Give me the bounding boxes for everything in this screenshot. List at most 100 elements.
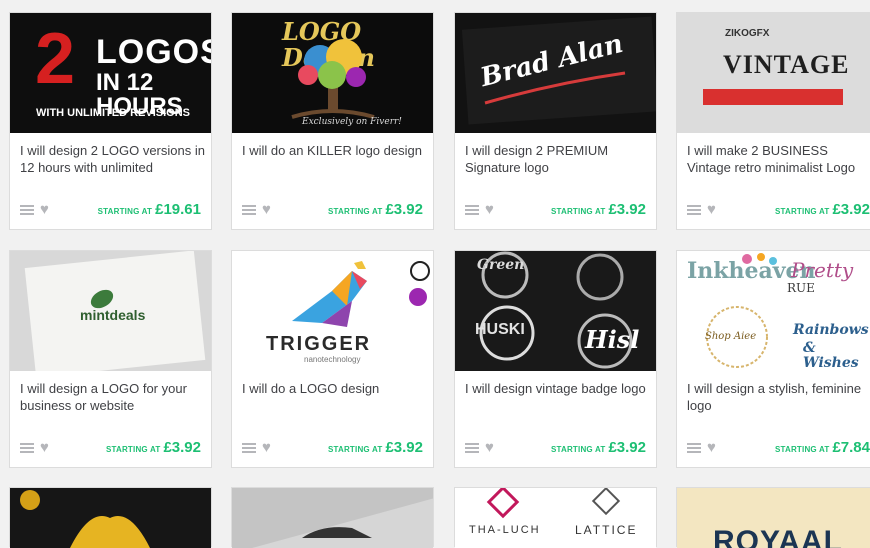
gig-card[interactable]: TRIGGER nanotechnology I will do a LOGO …: [231, 250, 434, 468]
price-value: £3.92: [385, 201, 423, 218]
gig-footer: ♥ STARTING AT £3.92: [465, 439, 646, 457]
thumbnail-text: & Wishes: [803, 340, 859, 371]
thumbnail-text: ROYAAL: [713, 525, 843, 548]
menu-icon[interactable]: [20, 443, 34, 453]
thumbnail-text: Pretty: [791, 258, 854, 282]
gig-title[interactable]: I will design a stylish, feminine logo: [687, 380, 870, 414]
gig-thumbnail[interactable]: THA-LUCH LATTICE: [455, 488, 656, 548]
price-label: STARTING AT: [550, 207, 606, 216]
price-label: STARTING AT: [774, 445, 830, 454]
heart-icon[interactable]: ♥: [262, 440, 271, 456]
price-label: STARTING AT: [97, 207, 153, 216]
gig-title[interactable]: I will design 2 PREMIUM Signature logo: [465, 142, 650, 176]
gig-card[interactable]: Green HUSKI Hisl I will design vintage b…: [454, 250, 657, 468]
menu-icon[interactable]: [242, 443, 256, 453]
heart-icon[interactable]: ♥: [485, 440, 494, 456]
thumbnail-text: HUSKI: [475, 321, 525, 338]
gig-card[interactable]: THA-LUCH LATTICE: [454, 487, 657, 548]
menu-icon[interactable]: [687, 205, 701, 215]
gig-card[interactable]: Brad Alan I will design 2 PREMIUM Signat…: [454, 12, 657, 230]
menu-icon[interactable]: [687, 443, 701, 453]
gig-thumbnail[interactable]: ZIKOGFX VINTAGE: [677, 13, 870, 133]
ribbon-shape: [703, 89, 843, 105]
thumbnail-text: LATTICE: [575, 523, 638, 537]
gig-footer: ♥ STARTING AT £7.84: [687, 439, 870, 457]
gig-footer: ♥ STARTING AT £3.92: [465, 201, 646, 219]
gig-thumbnail[interactable]: [10, 488, 211, 548]
gig-card[interactable]: mintdeals I will design a LOGO for your …: [9, 250, 212, 468]
price-label: STARTING AT: [105, 445, 161, 454]
menu-icon[interactable]: [465, 443, 479, 453]
gig-thumbnail[interactable]: TRIGGER nanotechnology: [232, 251, 433, 371]
gig-footer: ♥ STARTING AT £3.92: [687, 201, 870, 219]
gig-title[interactable]: I will design a LOGO for your business o…: [20, 380, 205, 414]
gig-thumbnail[interactable]: Green HUSKI Hisl: [455, 251, 656, 371]
pattern-logos: [486, 488, 621, 519]
price: STARTING AT £19.61: [98, 201, 201, 219]
menu-icon[interactable]: [465, 205, 479, 215]
thumbnail-text: Rainbows: [793, 322, 869, 338]
signature-underline: [484, 71, 626, 105]
price-value: £19.61: [155, 201, 201, 218]
price-value: £7.84: [832, 439, 870, 456]
price: STARTING AT £3.92: [551, 439, 646, 457]
price: STARTING AT £7.84: [775, 439, 870, 457]
gig-footer: ♥ STARTING AT £3.92: [242, 439, 423, 457]
thumbnail-text: Green: [477, 257, 525, 273]
price-label: STARTING AT: [327, 207, 383, 216]
gig-card[interactable]: ZIKOGFX VINTAGE I will make 2 BUSINESS V…: [676, 12, 870, 230]
gig-card[interactable]: 2 LOGOS IN 12 HOURS WITH UNLIMITED REVIS…: [9, 12, 212, 230]
gig-thumbnail[interactable]: mintdeals: [10, 251, 211, 371]
price-value: £3.92: [385, 439, 423, 456]
price: STARTING AT £3.92: [106, 439, 201, 457]
price: STARTING AT £3.92: [551, 201, 646, 219]
thumbnail-text: nanotechnology: [304, 355, 361, 364]
price: STARTING AT £3.92: [775, 201, 870, 219]
gig-card[interactable]: [9, 487, 212, 548]
price-label: STARTING AT: [550, 445, 606, 454]
heart-icon[interactable]: ♥: [485, 202, 494, 218]
price: STARTING AT £3.92: [328, 201, 423, 219]
thumbnail-text: WITH UNLIMITED REVISIONS: [36, 107, 190, 119]
heart-icon[interactable]: ♥: [707, 202, 716, 218]
thumbnail-text: Shop Aiee: [705, 331, 757, 342]
thumbnail-text: LOGOS: [96, 33, 211, 71]
menu-icon[interactable]: [20, 205, 34, 215]
gig-thumbnail[interactable]: 2 LOGOS IN 12 HOURS WITH UNLIMITED REVIS…: [10, 13, 211, 133]
gig-title[interactable]: I will do a LOGO design: [242, 380, 427, 397]
gig-thumbnail[interactable]: ROYAAL: [677, 488, 870, 548]
gig-grid: 2 LOGOS IN 12 HOURS WITH UNLIMITED REVIS…: [0, 0, 870, 548]
medusa-illustration: [20, 490, 150, 548]
gig-card[interactable]: [231, 487, 434, 548]
heart-icon[interactable]: ♥: [262, 202, 271, 218]
price-value: £3.92: [832, 201, 870, 218]
tree-illustration: [291, 39, 375, 119]
thumbnail-text: TRIGGER: [266, 333, 372, 355]
menu-icon[interactable]: [242, 205, 256, 215]
heart-icon[interactable]: ♥: [40, 202, 49, 218]
gig-card[interactable]: Inkheaven Pretty RUE Shop Aiee Rainbows …: [676, 250, 870, 468]
gig-card[interactable]: LOGO Design Exclusively on Fiverr! I wil…: [231, 12, 434, 230]
price-label: STARTING AT: [774, 207, 830, 216]
thumbnail-text: mintdeals: [80, 307, 146, 323]
thumbnail-text: ZIKOGFX: [725, 28, 770, 39]
gig-thumbnail[interactable]: Inkheaven Pretty RUE Shop Aiee Rainbows …: [677, 251, 870, 371]
gig-footer: ♥ STARTING AT £19.61: [20, 201, 201, 219]
gig-thumbnail[interactable]: [232, 488, 433, 548]
price: STARTING AT £3.92: [328, 439, 423, 457]
gig-card[interactable]: ROYAAL: [676, 487, 870, 548]
heart-icon[interactable]: ♥: [707, 440, 716, 456]
thumbnail-text: THA-LUCH: [469, 524, 541, 536]
gig-thumbnail[interactable]: Brad Alan: [455, 13, 656, 133]
thumbnail-text: Hisl: [585, 325, 640, 354]
gig-footer: ♥ STARTING AT £3.92: [242, 201, 423, 219]
thumbnail-text: RUE: [787, 281, 815, 295]
gig-title[interactable]: I will make 2 BUSINESS Vintage retro min…: [687, 142, 870, 176]
gig-title[interactable]: I will design vintage badge logo: [465, 380, 650, 397]
gig-thumbnail[interactable]: LOGO Design Exclusively on Fiverr!: [232, 13, 433, 133]
price-value: £3.92: [608, 201, 646, 218]
gig-title[interactable]: I will design 2 LOGO versions in 12 hour…: [20, 142, 205, 176]
thumbnail-text: 2: [35, 19, 76, 99]
gig-title[interactable]: I will do an KILLER logo design: [242, 142, 427, 159]
heart-icon[interactable]: ♥: [40, 440, 49, 456]
